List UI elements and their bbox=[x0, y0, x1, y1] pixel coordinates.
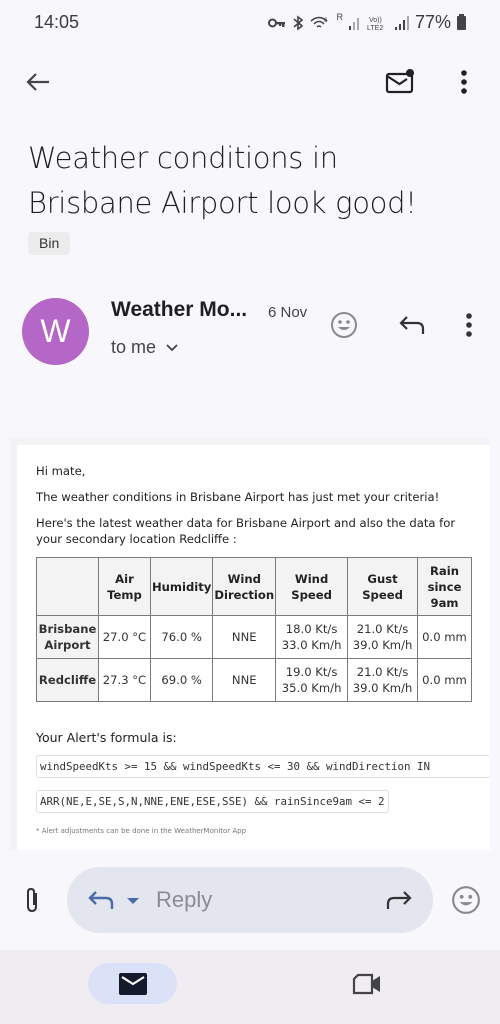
emoji-icon bbox=[331, 312, 357, 338]
table-header-row: Air Temp Humidity Wind Direction Wind Sp… bbox=[36, 557, 472, 616]
cell-gust-speed: 21.0 Kt/s 39.0 Km/h bbox=[347, 615, 418, 659]
body-line-intro: Here's the latest weather data for Brisb… bbox=[36, 516, 456, 546]
wifi-icon: 6 bbox=[310, 16, 328, 28]
reply-input[interactable]: Reply bbox=[67, 867, 433, 933]
attach-button[interactable] bbox=[14, 880, 50, 920]
sender-avatar[interactable]: W bbox=[22, 298, 89, 365]
email-body-container: Hi mate, The weather conditions in Brisb… bbox=[10, 438, 490, 865]
nav-mail-tab[interactable] bbox=[88, 963, 177, 1004]
header-location bbox=[36, 557, 99, 616]
svg-text:Vo)): Vo)) bbox=[369, 17, 382, 24]
top-toolbar bbox=[0, 56, 500, 108]
nav-meet-tab[interactable] bbox=[345, 963, 389, 1004]
vpn-key-icon bbox=[268, 18, 286, 27]
more-vert-icon bbox=[461, 70, 467, 94]
wind-speed-kmh: 33.0 Km/h bbox=[281, 638, 342, 652]
arrow-left-icon bbox=[26, 73, 49, 91]
paperclip-icon bbox=[27, 887, 37, 913]
mail-unread-icon bbox=[385, 69, 414, 94]
table-row: Redcliffe 27.3 °C 69.0 % NNE 19.0 Kt/s 35… bbox=[36, 658, 472, 702]
chevron-down-icon bbox=[166, 343, 178, 351]
reply-button[interactable] bbox=[390, 305, 434, 345]
gust-speed-kts: 21.0 Kt/s bbox=[356, 622, 409, 636]
footnote: * Alert adjustments can be done in the W… bbox=[36, 827, 247, 835]
wind-speed-kmh: 35.0 Km/h bbox=[281, 681, 342, 695]
sender-name[interactable]: Weather Mo... bbox=[111, 298, 247, 322]
label-chip-bin[interactable]: Bin bbox=[28, 232, 71, 255]
cell-humidity: 76.0 % bbox=[149, 615, 214, 659]
bottom-navigation bbox=[0, 950, 500, 1024]
header-wind-speed: Wind Speed bbox=[275, 557, 349, 616]
cell-location: Redcliffe bbox=[36, 658, 99, 702]
add-reaction-button[interactable] bbox=[324, 305, 364, 345]
recipient-label: to me bbox=[111, 337, 157, 357]
wind-speed-kts: 19.0 Kt/s bbox=[285, 665, 338, 679]
cell-wind-speed: 18.0 Kt/s 33.0 Km/h bbox=[275, 615, 349, 659]
greeting: Hi mate, bbox=[36, 464, 86, 478]
reply-placeholder: Reply bbox=[156, 887, 213, 912]
cell-humidity: 69.0 % bbox=[149, 658, 214, 702]
status-bar: 14:05 6 R Vo)) LTE2 77% bbox=[0, 0, 500, 48]
email-date: 6 Nov bbox=[268, 304, 308, 321]
volte-icon: Vo))LTE2 bbox=[367, 17, 383, 31]
reply-icon bbox=[88, 891, 114, 909]
formula-line-1: windSpeedKts >= 15 && windSpeedKts <= 30… bbox=[36, 755, 490, 778]
weather-table: Air Temp Humidity Wind Direction Wind Sp… bbox=[36, 557, 472, 702]
cell-air-temp: 27.0 °C bbox=[97, 615, 151, 659]
cell-rain: 0.0 mm bbox=[417, 658, 472, 702]
body-line-criteria: The weather conditions in Brisbane Airpo… bbox=[36, 490, 440, 504]
network-label-r: R bbox=[336, 12, 343, 22]
forward-icon[interactable] bbox=[385, 889, 413, 911]
header-rain: Rain since 9am bbox=[417, 557, 472, 616]
gust-speed-kts: 21.0 Kt/s bbox=[356, 665, 409, 679]
cell-location: Brisbane Airport bbox=[36, 615, 99, 659]
cell-gust-speed: 21.0 Kt/s 39.0 Km/h bbox=[347, 658, 418, 702]
battery-percent: 77% bbox=[414, 12, 451, 32]
formula-line-2: ARR(NE,E,SE,S,N,NNE,ENE,ESE,SSE) && rain… bbox=[36, 790, 389, 813]
emoji-button[interactable] bbox=[446, 880, 486, 920]
back-button[interactable] bbox=[18, 60, 58, 104]
video-camera-icon bbox=[352, 973, 380, 994]
reply-bar: Reply bbox=[0, 850, 500, 950]
cell-wind-direction: NNE bbox=[212, 615, 277, 659]
mark-unread-button[interactable] bbox=[378, 60, 422, 104]
status-time: 14:05 bbox=[34, 12, 80, 32]
formula-label: Your Alert's formula is: bbox=[36, 730, 177, 745]
header-humidity: Humidity bbox=[149, 557, 214, 616]
mail-icon bbox=[118, 972, 147, 995]
reply-icon bbox=[399, 316, 425, 334]
cell-air-temp: 27.3 °C bbox=[97, 658, 151, 702]
more-vert-icon bbox=[466, 313, 472, 337]
table-row: Brisbane Airport 27.0 °C 76.0 % NNE 18.0… bbox=[36, 615, 472, 659]
email-body: Hi mate, The weather conditions in Brisb… bbox=[17, 445, 490, 865]
email-subject: Weather conditions in Brisbane Airport l… bbox=[28, 141, 417, 220]
status-icons: 6 R Vo)) LTE2 77% bbox=[268, 12, 466, 33]
battery-icon bbox=[457, 13, 466, 30]
wind-speed-kts: 18.0 Kt/s bbox=[285, 622, 338, 636]
recipient-details-toggle[interactable]: to me bbox=[111, 337, 178, 358]
message-more-button[interactable] bbox=[452, 305, 486, 345]
cell-rain: 0.0 mm bbox=[417, 615, 472, 659]
bluetooth-icon bbox=[293, 14, 304, 31]
cell-wind-speed: 19.0 Kt/s 35.0 Km/h bbox=[275, 658, 349, 702]
svg-text:LTE2: LTE2 bbox=[367, 25, 383, 31]
emoji-icon bbox=[452, 886, 480, 914]
cell-wind-direction: NNE bbox=[212, 658, 277, 702]
header-air-temp: Air Temp bbox=[97, 557, 151, 616]
more-options-button[interactable] bbox=[446, 60, 482, 104]
caret-down-icon[interactable] bbox=[126, 897, 140, 905]
header-wind-direction: Wind Direction bbox=[212, 557, 277, 616]
svg-text:6: 6 bbox=[324, 18, 328, 24]
gust-speed-kmh: 39.0 Km/h bbox=[352, 638, 413, 652]
signal-icon-2 bbox=[394, 15, 409, 30]
gust-speed-kmh: 39.0 Km/h bbox=[352, 681, 413, 695]
header-gust-speed: Gust Speed bbox=[347, 557, 418, 616]
signal-icon bbox=[348, 17, 359, 30]
